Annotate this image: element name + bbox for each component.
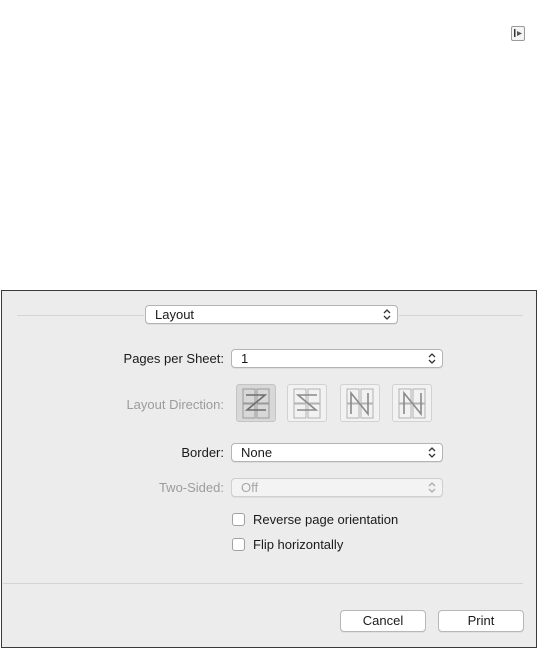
chevron-updown-icon xyxy=(428,482,436,493)
print-button[interactable]: Print xyxy=(438,610,524,632)
print-dialog: Layout Pages per Sheet: 1 Layout Directi… xyxy=(1,290,537,648)
pages-per-sheet-value: 1 xyxy=(241,351,249,366)
border-label: Border: xyxy=(181,445,224,460)
section-selector-value: Layout xyxy=(155,307,195,322)
layout-direction-reverse-s-button[interactable] xyxy=(287,384,327,422)
flip-horizontally-label: Flip horizontally xyxy=(253,537,344,552)
two-sided-label: Two-Sided: xyxy=(158,480,224,495)
chevron-updown-icon xyxy=(428,447,436,458)
section-separator-right xyxy=(399,315,523,316)
border-popup[interactable]: None xyxy=(231,443,443,462)
reverse-n-order-icon xyxy=(346,388,374,419)
two-sided-value: Off xyxy=(241,480,259,495)
flip-horizontally-checkbox[interactable] xyxy=(232,538,245,551)
chevron-updown-icon xyxy=(383,309,391,320)
layout-direction-n-button[interactable] xyxy=(392,384,432,422)
z-order-icon xyxy=(242,388,270,419)
n-order-icon xyxy=(398,388,426,419)
sidebar-toggle-icon[interactable] xyxy=(511,26,525,41)
layout-direction-z-button[interactable] xyxy=(236,384,276,422)
pages-per-sheet-popup[interactable]: 1 xyxy=(231,349,443,368)
footer-separator xyxy=(3,583,523,584)
pages-per-sheet-label: Pages per Sheet: xyxy=(123,351,224,366)
two-sided-popup[interactable]: Off xyxy=(231,478,443,497)
section-separator-left xyxy=(17,315,144,316)
reverse-orientation-checkbox[interactable] xyxy=(232,513,245,526)
reverse-orientation-label: Reverse page orientation xyxy=(253,512,399,527)
layout-direction-reverse-n-button[interactable] xyxy=(340,384,380,422)
section-selector-popup[interactable]: Layout xyxy=(145,305,398,324)
cancel-button[interactable]: Cancel xyxy=(340,610,426,632)
reverse-s-order-icon xyxy=(293,388,321,419)
chevron-updown-icon xyxy=(428,353,436,364)
layout-direction-label: Layout Direction: xyxy=(126,397,224,412)
border-value: None xyxy=(241,445,273,460)
